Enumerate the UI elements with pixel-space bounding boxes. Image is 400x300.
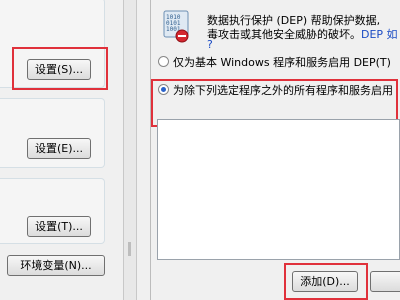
- window-divider: [137, 0, 151, 300]
- dep-learn-more-link-continued[interactable]: ?: [207, 38, 213, 51]
- profile-settings-button[interactable]: 设置(E)...: [27, 138, 91, 159]
- highlight-box-add: [284, 263, 368, 300]
- dep-description-line2: 毒攻击或其他安全威胁的破坏。DEP 如: [207, 26, 398, 42]
- radio-essential-only-label[interactable]: 仅为基本 Windows 程序和服务启用 DEP(T): [173, 54, 391, 70]
- remove-program-button[interactable]: [370, 271, 400, 292]
- startup-settings-button[interactable]: 设置(T)...: [27, 216, 91, 237]
- dep-description-line2-text: 毒攻击或其他安全威胁的破坏。: [207, 28, 361, 41]
- scrollbar-thumb[interactable]: [128, 242, 131, 256]
- excluded-programs-list[interactable]: [157, 119, 400, 260]
- environment-variables-button[interactable]: 环境变量(N)...: [7, 255, 105, 276]
- system-properties-advanced-panel: 内存 设置(S)... 设置(E)... 设置(T)... 环境变量(N)...: [0, 0, 122, 300]
- vertical-scrollbar[interactable]: [123, 0, 137, 300]
- highlight-box-performance: [12, 47, 108, 90]
- dep-learn-more-link[interactable]: DEP 如: [361, 28, 398, 41]
- radio-essential-only[interactable]: [158, 56, 169, 67]
- dep-shield-icon: 1010 0101 1001: [163, 10, 189, 43]
